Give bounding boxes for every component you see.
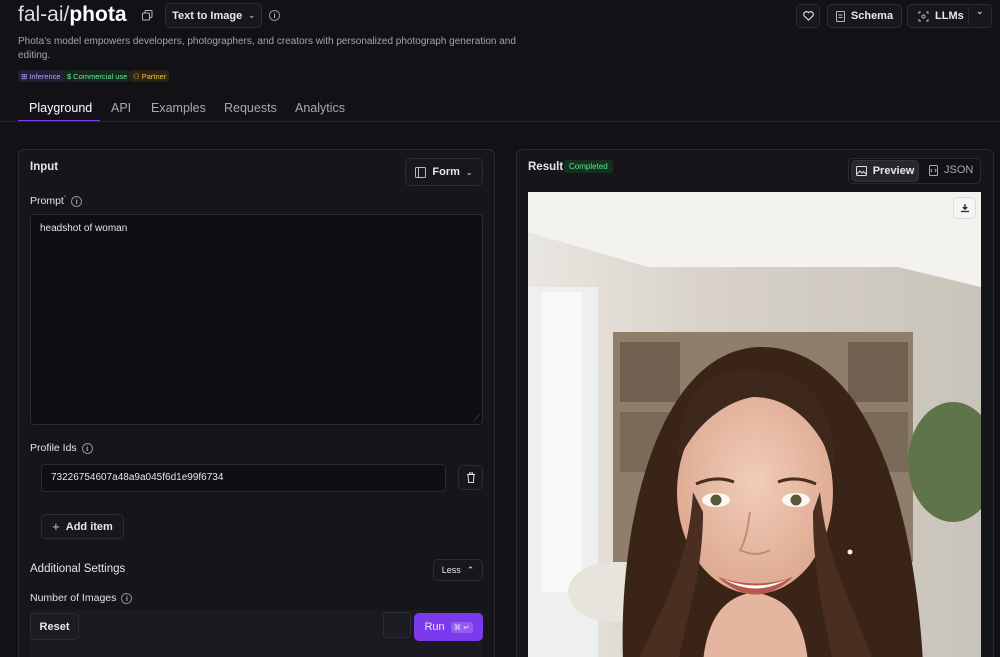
info-icon[interactable]: i xyxy=(121,592,133,604)
info-icon[interactable]: i xyxy=(269,10,280,21)
tab-examples[interactable]: Examples xyxy=(151,101,206,115)
run-shortcut: ⌘ ↵ xyxy=(450,621,473,633)
resize-handle-icon[interactable]: ⟋ xyxy=(474,413,480,423)
add-item-label: Add item xyxy=(65,520,113,533)
result-image xyxy=(528,192,981,657)
dollar-icon: $ xyxy=(67,71,72,81)
download-button[interactable] xyxy=(953,197,976,219)
prompt-textarea[interactable]: headshot of woman ⟋ xyxy=(30,214,483,425)
scan-icon xyxy=(918,11,929,21)
form-view-select[interactable]: Form ⌄ xyxy=(405,158,483,186)
result-title: Result xyxy=(528,161,564,173)
prompt-text: headshot of woman xyxy=(40,223,128,234)
json-label: JSON xyxy=(944,164,974,176)
code-file-icon xyxy=(929,164,938,176)
tab-api[interactable]: API xyxy=(111,101,131,115)
chevron-down-icon[interactable]: ⌄ xyxy=(976,6,984,17)
chevron-down-icon: ⌄ xyxy=(465,167,473,177)
page-title: fal-ai/phota xyxy=(18,3,127,27)
form-icon xyxy=(415,166,427,178)
profile-id-value: 73226754607a48a9a045f6d1e99f6734 xyxy=(51,472,224,483)
model-description: Phota’s model empowers developers, photo… xyxy=(18,36,516,61)
preview-tab[interactable]: Preview xyxy=(851,160,919,182)
favorite-button[interactable] xyxy=(796,4,820,28)
tab-playground[interactable]: Playground xyxy=(29,101,92,115)
document-icon xyxy=(835,10,845,22)
users-icon: ⚇ xyxy=(133,71,140,81)
image-icon xyxy=(855,166,867,176)
reset-button[interactable]: Reset xyxy=(30,613,79,640)
mode-select[interactable]: Text to Image ⌄ xyxy=(165,3,262,28)
run-button[interactable]: Run ⌘ ↵ xyxy=(414,613,483,641)
tab-requests[interactable]: Requests xyxy=(224,101,277,115)
num-images-label: Number of Images i xyxy=(30,592,133,604)
chevron-up-icon: ⌃ xyxy=(466,564,475,575)
run-label: Run xyxy=(424,621,445,633)
profile-id-input[interactable]: 73226754607a48a9a045f6d1e99f6734 xyxy=(41,464,446,492)
status-badge: Completed xyxy=(564,160,613,173)
badge-inference: ⊞ Inference xyxy=(18,70,64,82)
divider xyxy=(968,7,969,25)
chevron-down-icon: ⌄ xyxy=(248,11,255,20)
mode-select-label: Text to Image xyxy=(172,9,243,22)
additional-settings-title: Additional Settings xyxy=(30,563,126,575)
preview-label: Preview xyxy=(872,165,915,177)
llms-label: LLMs xyxy=(935,10,964,22)
tabs-divider xyxy=(0,121,1000,122)
trash-icon xyxy=(466,472,475,483)
grid-icon: ⊞ xyxy=(21,71,28,81)
less-toggle-button[interactable]: Less ⌃ xyxy=(433,559,483,581)
reset-label: Reset xyxy=(39,620,70,633)
form-view-label: Form xyxy=(432,166,460,178)
model-name: phota xyxy=(69,3,127,26)
input-title: Input xyxy=(30,161,59,173)
delete-item-button[interactable] xyxy=(458,465,483,490)
tab-analytics[interactable]: Analytics xyxy=(295,101,345,115)
llms-button[interactable]: LLMs ⌄ xyxy=(907,4,992,28)
add-item-button[interactable]: + Add item xyxy=(41,514,124,539)
prompt-label: Prompt* i xyxy=(30,195,83,207)
json-tab[interactable]: JSON xyxy=(929,164,973,176)
info-icon[interactable]: i xyxy=(81,442,93,454)
schema-button[interactable]: Schema xyxy=(827,4,902,28)
download-icon xyxy=(960,204,969,213)
badge-commercial: $ Commercial use xyxy=(64,70,131,82)
heart-icon xyxy=(802,11,814,21)
plus-icon: + xyxy=(52,519,60,534)
copy-icon[interactable] xyxy=(142,10,153,21)
less-label: Less xyxy=(441,565,461,575)
schema-label: Schema xyxy=(850,10,894,22)
stepper-box[interactable] xyxy=(383,612,411,638)
profile-ids-label: Profile Ids i xyxy=(30,442,93,454)
info-icon[interactable]: i xyxy=(71,195,83,207)
model-owner: fal-ai/ xyxy=(18,3,70,26)
badge-partner: ⚇ Partner xyxy=(130,70,170,82)
